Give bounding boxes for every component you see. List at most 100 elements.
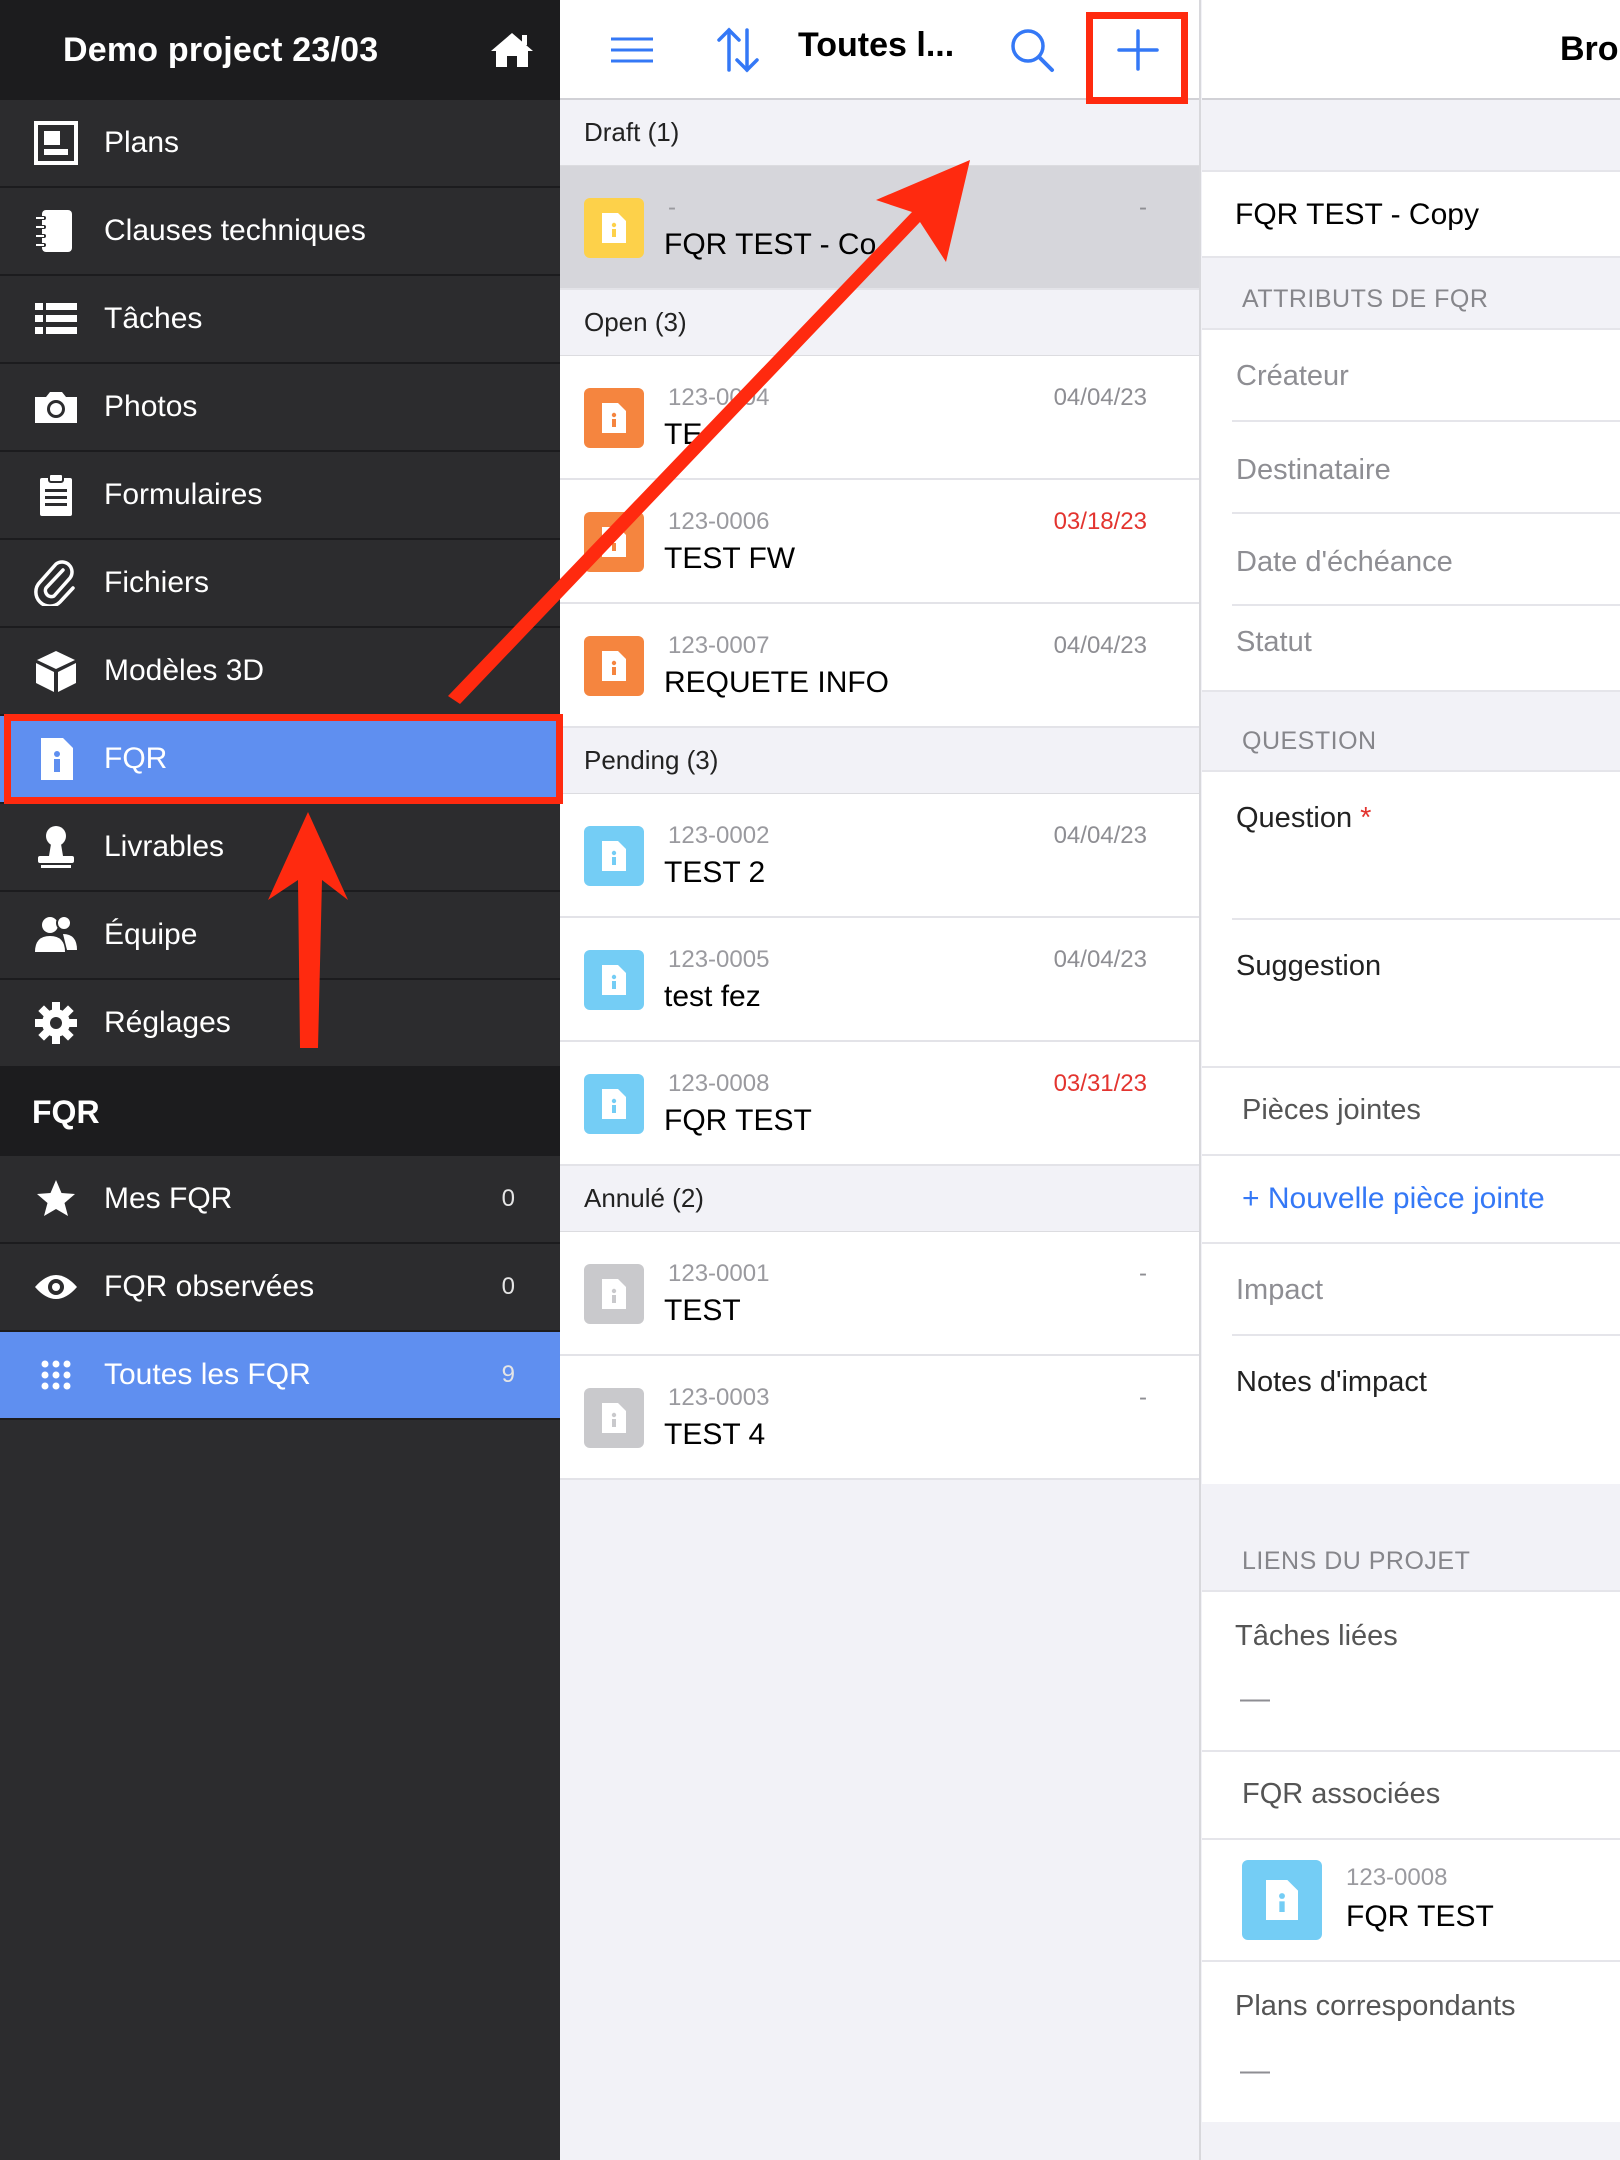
- question-label: Question *: [1236, 802, 1372, 834]
- sidebar-section-title: FQR: [0, 1068, 560, 1156]
- attachments-label: Pièces jointes: [1242, 1094, 1421, 1126]
- sidebar-item-label: Fichiers: [104, 566, 210, 599]
- filter-count: 9: [501, 1361, 515, 1388]
- list-item[interactable]: 123-0005 test fez 04/04/23: [560, 918, 1199, 1042]
- plans-value: —: [1240, 2054, 1270, 2087]
- sidebar-item-taches[interactable]: Tâches: [0, 276, 560, 364]
- fqr-number: 123-0006: [668, 508, 770, 535]
- fqr-name: test fez: [664, 980, 761, 1013]
- highlight-box-fqr: [4, 714, 563, 804]
- sidebar-item-fichiers[interactable]: Fichiers: [0, 540, 560, 628]
- associated-fqr-item[interactable]: 123-0008 FQR TEST: [1202, 1840, 1620, 1962]
- sidebar-item-label: Photos: [104, 390, 198, 423]
- team-icon: [0, 912, 104, 958]
- attribute-destinataire[interactable]: Destinataire: [1232, 422, 1620, 514]
- notebook-icon: [0, 208, 104, 254]
- fqr-list-panel: Toutes l... Draft (1) - FQR TEST - Co - …: [560, 0, 1201, 2160]
- open-fqr-icon: [584, 388, 644, 448]
- sidebar-item-equipe[interactable]: Équipe: [0, 892, 560, 980]
- search-icon[interactable]: [1004, 22, 1060, 78]
- list-item[interactable]: 123-0002 TEST 2 04/04/23: [560, 794, 1199, 918]
- filter-mes-fqr[interactable]: Mes FQR 0: [0, 1156, 560, 1244]
- filter-label: Mes FQR: [104, 1182, 233, 1215]
- sidebar-item-label: Équipe: [104, 918, 198, 951]
- impact-notes-field[interactable]: Notes d'impact: [1232, 1336, 1620, 1484]
- pending-fqr-icon: [584, 1074, 644, 1134]
- filter-fqr-observees[interactable]: FQR observées 0: [0, 1244, 560, 1332]
- pending-fqr-icon: [1242, 1860, 1322, 1940]
- fqr-name: TEST: [664, 1294, 741, 1327]
- fqr-number: 123-0005: [668, 946, 770, 973]
- associated-fqr-label: FQR associées: [1242, 1778, 1441, 1810]
- new-attachment-button[interactable]: + Nouvelle pièce jointe: [1202, 1156, 1620, 1244]
- fqr-name-field[interactable]: FQR TEST - Copy: [1202, 170, 1620, 258]
- attribute-label: Créateur: [1236, 360, 1349, 392]
- sidebar-item-formulaires[interactable]: Formulaires: [0, 452, 560, 540]
- list-item[interactable]: 123-0003 TEST 4 -: [560, 1356, 1199, 1480]
- list-item[interactable]: 123-0004 TE 04/04/23: [560, 356, 1199, 480]
- draft-fqr-icon: [584, 198, 644, 258]
- fqr-date: 04/04/23: [1053, 822, 1147, 849]
- sidebar-item-modeles-3d[interactable]: Modèles 3D: [0, 628, 560, 716]
- linked-tasks-field[interactable]: Tâches liées —: [1202, 1590, 1620, 1752]
- fqr-date-overdue: 03/18/23: [1053, 508, 1147, 535]
- paperclip-icon: [0, 560, 104, 606]
- group-header-open: Open (3): [560, 290, 1199, 356]
- list-item[interactable]: 123-0008 FQR TEST 03/31/23: [560, 1042, 1199, 1166]
- sidebar-item-photos[interactable]: Photos: [0, 364, 560, 452]
- plans-icon: [0, 120, 104, 166]
- list-title: Toutes l...: [798, 26, 955, 64]
- cancelled-fqr-icon: [584, 1264, 644, 1324]
- impact-field[interactable]: Impact: [1232, 1244, 1620, 1336]
- eye-icon: [0, 1264, 104, 1310]
- fqr-name: FQR TEST: [664, 1104, 812, 1137]
- fqr-number: 123-0008: [668, 1070, 770, 1097]
- grid-icon: [0, 1352, 104, 1398]
- open-fqr-icon: [584, 636, 644, 696]
- fqr-name: TEST FW: [664, 542, 796, 575]
- suggestion-field[interactable]: Suggestion: [1202, 920, 1620, 1068]
- open-fqr-icon: [584, 512, 644, 572]
- sidebar-item-clauses[interactable]: Clauses techniques: [0, 188, 560, 276]
- linked-tasks-value: —: [1240, 1682, 1270, 1715]
- attribute-statut[interactable]: Statut: [1232, 606, 1620, 690]
- pending-fqr-icon: [584, 826, 644, 886]
- associated-fqr-header: FQR associées: [1202, 1752, 1620, 1840]
- attribute-date-echeance[interactable]: Date d'échéance: [1232, 514, 1620, 606]
- sidebar-item-plans[interactable]: Plans: [0, 100, 560, 188]
- filter-label: Toutes les FQR: [104, 1358, 311, 1391]
- fqr-name: TE: [664, 418, 703, 451]
- linked-tasks-label: Tâches liées: [1235, 1620, 1398, 1652]
- plans-field[interactable]: Plans correspondants —: [1202, 1962, 1620, 2122]
- plans-label: Plans correspondants: [1235, 1990, 1516, 2022]
- sidebar-item-label: Formulaires: [104, 478, 263, 511]
- fqr-number: 123-0001: [668, 1260, 770, 1287]
- fqr-number: 123-0002: [668, 822, 770, 849]
- fqr-number: 123-0007: [668, 632, 770, 659]
- menu-icon[interactable]: [604, 22, 660, 78]
- fqr-detail-panel: Brou FQR TEST - Copy ATTRIBUTS DE FQR Cr…: [1202, 0, 1620, 2160]
- list-item[interactable]: - FQR TEST - Co -: [560, 166, 1199, 290]
- filter-label: FQR observées: [104, 1270, 315, 1303]
- list-item[interactable]: 123-0006 TEST FW 03/18/23: [560, 480, 1199, 604]
- fqr-name: TEST 2: [664, 856, 766, 889]
- section-question: QUESTION: [1242, 727, 1377, 755]
- suggestion-label: Suggestion: [1236, 950, 1382, 982]
- question-field[interactable]: Question *: [1232, 772, 1620, 920]
- sidebar-item-livrables[interactable]: Livrables: [0, 804, 560, 892]
- fqr-name: REQUETE INFO: [664, 666, 890, 699]
- filter-toutes-les-fqr[interactable]: Toutes les FQR 9: [0, 1332, 560, 1420]
- associated-fqr-number: 123-0008: [1346, 1864, 1448, 1891]
- list-item[interactable]: 123-0007 REQUETE INFO 04/04/23: [560, 604, 1199, 728]
- fqr-date: 04/04/23: [1053, 946, 1147, 973]
- sort-icon[interactable]: [710, 22, 766, 78]
- fqr-number: 123-0004: [668, 384, 770, 411]
- list-item[interactable]: 123-0001 TEST -: [560, 1232, 1199, 1356]
- sidebar-item-reglages[interactable]: Réglages: [0, 980, 560, 1068]
- list-icon: [0, 296, 104, 342]
- fqr-name: TEST 4: [664, 1418, 766, 1451]
- attribute-createur[interactable]: Créateur: [1232, 330, 1620, 422]
- sidebar-item-label: Clauses techniques: [104, 214, 366, 247]
- home-icon[interactable]: [488, 30, 536, 70]
- sidebar-item-label: Plans: [104, 126, 180, 159]
